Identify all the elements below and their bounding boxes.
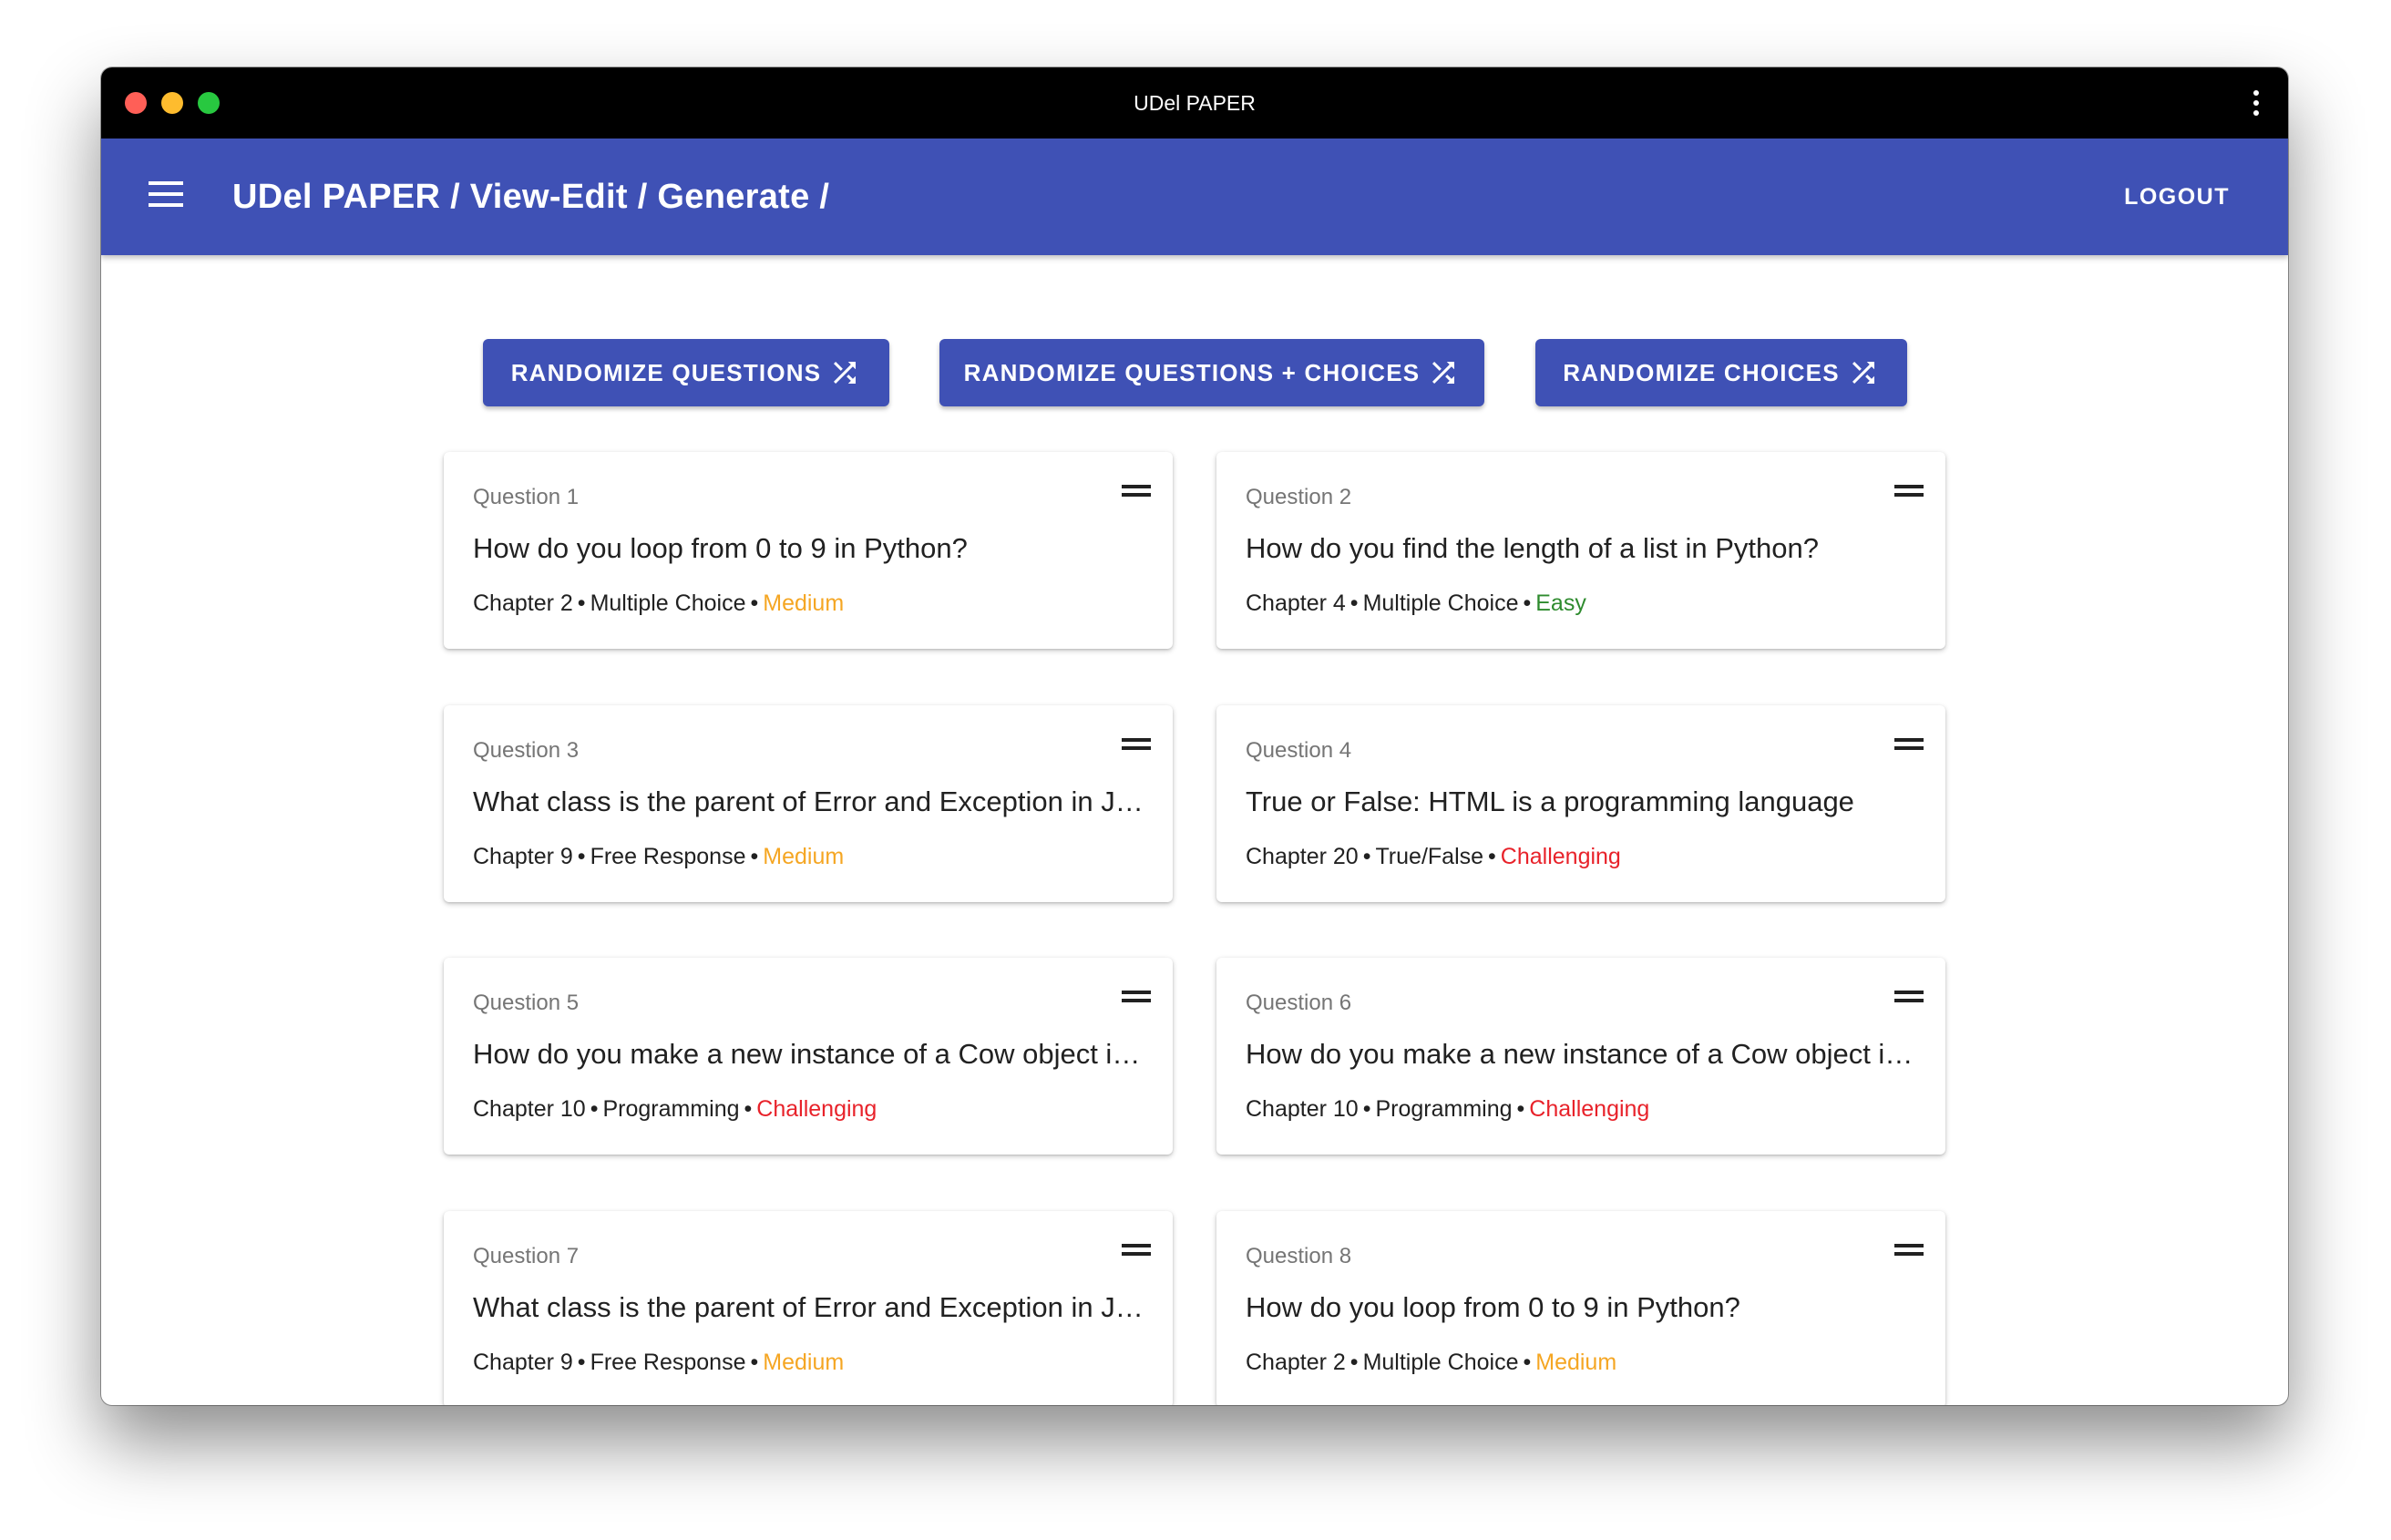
question-card[interactable]: Question 3 What class is the parent of E… [444, 705, 1173, 902]
question-text: How do you loop from 0 to 9 in Python? [1246, 1291, 1740, 1323]
question-card[interactable]: Question 4 True or False: HTML is a prog… [1216, 705, 1945, 902]
hamburger-menu-icon[interactable] [149, 181, 183, 209]
window-titlebar: UDel PAPER [101, 67, 2288, 139]
drag-handle-icon[interactable] [1122, 738, 1151, 751]
question-meta: Chapter 2 • Multiple Choice • Medium [473, 590, 845, 616]
question-difficulty: Medium [763, 844, 845, 869]
randomize-questions-label: RANDOMIZE QUESTIONS [510, 358, 822, 386]
question-text: How do you make a new instance of a Cow … [1246, 1038, 1916, 1070]
question-meta: Chapter 20 • True/False • Challenging [1246, 844, 1621, 869]
question-difficulty: Challenging [1500, 844, 1621, 869]
question-type: Multiple Choice [1362, 590, 1519, 616]
question-number: Question 5 [473, 991, 580, 1015]
question-text: How do you loop from 0 to 9 in Python? [473, 532, 968, 564]
shuffle-icon [834, 362, 857, 384]
question-number: Question 2 [1246, 485, 1352, 509]
question-meta: Chapter 9 • Free Response • Medium [473, 1350, 845, 1375]
breadcrumb: UDel PAPER / View-Edit / Generate / [232, 178, 830, 216]
question-text: How do you find the length of a list in … [1246, 532, 1820, 564]
question-meta: Chapter 10 • Programming • Challenging [473, 1096, 877, 1122]
question-meta: Chapter 10 • Programming • Challenging [1246, 1096, 1650, 1122]
question-number: Question 8 [1246, 1244, 1352, 1268]
question-number: Question 4 [1246, 738, 1352, 763]
question-difficulty: Easy [1535, 590, 1586, 616]
question-meta: Chapter 9 • Free Response • Medium [473, 844, 845, 869]
randomize-questions-choices-button[interactable]: RANDOMIZE QUESTIONS + CHOICES [939, 339, 1484, 406]
more-options-icon[interactable] [2252, 90, 2261, 118]
question-type: Free Response [590, 1350, 746, 1375]
question-difficulty: Medium [1535, 1350, 1617, 1375]
window-title: UDel PAPER [1134, 91, 1256, 115]
shuffle-icon [1432, 362, 1455, 384]
question-text: What class is the parent of Error and Ex… [473, 785, 1144, 817]
app-window: UDel PAPER UDel PAPER / View-Edit / Gene… [101, 67, 2288, 1405]
question-difficulty: Medium [763, 590, 845, 616]
question-card[interactable]: Question 2 How do you find the length of… [1216, 452, 1945, 649]
question-type: Programming [1375, 1096, 1513, 1122]
shuffle-icon [1852, 362, 1874, 384]
question-meta: Chapter 4 • Multiple Choice • Easy [1246, 590, 1586, 616]
question-card[interactable]: Question 1 How do you loop from 0 to 9 i… [444, 452, 1173, 649]
question-chapter: Chapter 2 [1246, 1350, 1346, 1375]
question-card[interactable]: Question 8 How do you loop from 0 to 9 i… [1216, 1211, 1945, 1405]
randomize-questions-choices-label: RANDOMIZE QUESTIONS + CHOICES [963, 358, 1421, 386]
question-type: Multiple Choice [590, 590, 746, 616]
question-difficulty: Challenging [756, 1096, 877, 1122]
drag-handle-icon[interactable] [1122, 485, 1151, 498]
question-text: What class is the parent of Error and Ex… [473, 1291, 1144, 1323]
question-chapter: Chapter 4 [1246, 590, 1346, 616]
drag-handle-icon[interactable] [1894, 738, 1924, 751]
question-chapter: Chapter 2 [473, 590, 573, 616]
drag-handle-icon[interactable] [1122, 991, 1151, 1003]
question-card[interactable]: Question 6 How do you make a new instanc… [1216, 958, 1945, 1155]
randomize-questions-button[interactable]: RANDOMIZE QUESTIONS [483, 339, 889, 406]
question-chapter: Chapter 10 [1246, 1096, 1359, 1122]
question-type: Programming [602, 1096, 740, 1122]
question-difficulty: Medium [763, 1350, 845, 1375]
question-number: Question 1 [473, 485, 580, 509]
question-meta: Chapter 2 • Multiple Choice • Medium [1246, 1350, 1617, 1375]
question-card[interactable]: Question 5 How do you make a new instanc… [444, 958, 1173, 1155]
drag-handle-icon[interactable] [1894, 991, 1924, 1003]
question-card[interactable]: Question 7 What class is the parent of E… [444, 1211, 1173, 1405]
question-chapter: Chapter 20 [1246, 844, 1359, 869]
question-number: Question 6 [1246, 991, 1352, 1015]
question-type: Multiple Choice [1362, 1350, 1519, 1375]
question-text: How do you make a new instance of a Cow … [473, 1038, 1144, 1070]
randomize-choices-button[interactable]: RANDOMIZE CHOICES [1535, 339, 1907, 406]
question-text: True or False: HTML is a programming lan… [1246, 785, 1854, 817]
question-type: True/False [1375, 844, 1484, 869]
question-number: Question 7 [473, 1244, 580, 1268]
drag-handle-icon[interactable] [1894, 1244, 1924, 1257]
main-content: RANDOMIZE QUESTIONS RANDOMIZE QUESTIONS … [101, 255, 2288, 1405]
question-chapter: Chapter 9 [473, 844, 573, 869]
randomize-choices-label: RANDOMIZE CHOICES [1563, 358, 1840, 386]
question-chapter: Chapter 10 [473, 1096, 586, 1122]
drag-handle-icon[interactable] [1894, 485, 1924, 498]
question-number: Question 3 [473, 738, 580, 763]
question-difficulty: Challenging [1529, 1096, 1650, 1122]
question-chapter: Chapter 9 [473, 1350, 573, 1375]
question-type: Free Response [590, 844, 746, 869]
drag-handle-icon[interactable] [1122, 1244, 1151, 1257]
app-bar: UDel PAPER / View-Edit / Generate / LOGO… [101, 139, 2288, 255]
logout-button[interactable]: LOGOUT [2124, 139, 2230, 255]
